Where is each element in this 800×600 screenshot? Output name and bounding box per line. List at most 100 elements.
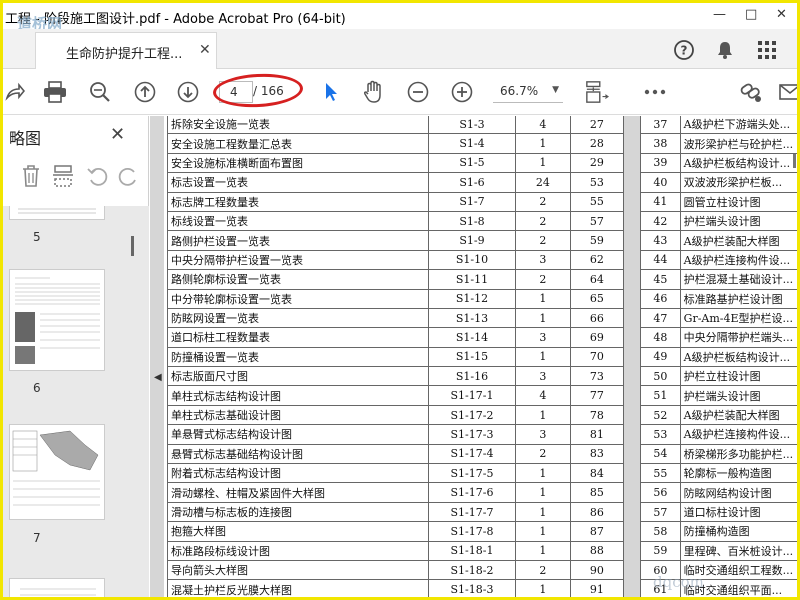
cell-name: 路侧护栏设置一览表 [166,230,430,251]
hand-tool-icon[interactable] [361,80,385,104]
cell-name: 护栏端头设计图 [679,385,797,406]
email-icon[interactable] [778,80,797,104]
cell-name: 安全设施工程数量汇总表 [166,133,430,154]
cell-page: 55 [569,191,624,212]
cell-sheets: 1 [514,404,571,426]
cell-code: S1-5 [428,152,516,174]
close-tab-icon[interactable]: ✕ [199,42,211,58]
cell-sheets: 4 [514,385,571,406]
page-thumbnail[interactable] [9,269,105,371]
minimize-icon[interactable]: — [713,7,726,22]
close-panel-icon[interactable]: ✕ [110,124,125,145]
cell-name: 混凝土护栏反光膜大样图 [166,579,430,597]
page-up-icon[interactable] [133,80,157,104]
cell-no: 41 [640,191,681,212]
cell-name: 标志版面尺寸图 [166,366,430,387]
thumbnail-scrollbar[interactable] [131,236,134,256]
close-window-icon[interactable]: ✕ [776,7,787,22]
cell-page: 27 [569,116,624,135]
maximize-icon[interactable]: □ [745,7,757,22]
zoom-in-icon[interactable] [450,80,474,104]
cell-sheets: 1 [514,521,571,542]
panel-toolbar [3,158,149,196]
zoom-out-icon[interactable] [406,80,430,104]
cell-name: 圆管立柱设计图 [679,191,797,212]
cell-name: 悬臂式标志基础结构设计图 [166,443,430,465]
cell-no: 58 [640,521,681,542]
cell-name: 护栏端头设计图 [679,210,797,232]
share-arrow-icon[interactable] [3,80,27,104]
rotate-right-icon[interactable] [117,164,141,188]
help-icon[interactable]: ? [673,39,695,61]
table-row: 防眩网设置一览表 S1-13 1 66 [166,307,624,329]
print-icon[interactable] [43,80,67,104]
document-scrollbar[interactable] [793,154,796,168]
page-thumbnail[interactable] [9,206,105,220]
cell-page: 85 [569,482,624,503]
apps-grid-icon[interactable] [756,39,778,61]
table-row: 滑动螺栓、柱帽及紧固件大样图 S1-17-6 1 85 [166,482,624,503]
pdf-page-left: 拆除安全设施一览表 S1-3 4 27 安全设施工程数量汇总表 S1-4 1 28 安全设施标准… [164,116,624,597]
cell-no: 37 [640,116,681,135]
cell-code: S1-17-5 [428,463,516,484]
bell-icon[interactable] [714,39,736,61]
cell-name: 双波波形梁护栏板... [679,172,797,193]
cell-name: 护栏立柱设计图 [679,366,797,387]
cell-code: S1-17-4 [428,443,516,465]
page-thumbnail[interactable] [9,424,105,520]
link-icon[interactable] [739,80,763,104]
cell-sheets: 1 [514,152,571,174]
zoom-select[interactable]: 66.7% ▼ [493,81,563,103]
table-row: 导向箭头大样图 S1-18-2 2 90 [166,559,624,581]
table-row: 混凝土护栏反光膜大样图 S1-18-3 1 91 [166,579,624,597]
cell-name: 防撞桶构造图 [679,521,797,542]
thumbnail-list: 5 6 7 [3,206,149,597]
thumbnail-label: 5 [33,230,41,244]
rotate-left-icon[interactable] [85,164,109,188]
table-row: 59 里程碑、百米桩设计... [640,540,797,561]
table-row: 58 防撞桶构造图 [640,521,797,542]
cell-sheets: 3 [514,249,571,271]
cell-page: 73 [569,366,624,387]
table-row: 42 护栏端头设计图 [640,210,797,232]
zoom-search-icon[interactable] [88,80,112,104]
panel-title: 略图 [9,129,42,148]
page-down-icon[interactable] [176,80,200,104]
collapse-panel-icon[interactable]: ◀ [154,372,162,383]
extract-page-icon[interactable] [51,164,75,188]
table-row: 标准路段标线设计图 S1-18-1 1 88 [166,540,624,561]
table-row: 拆除安全设施一览表 S1-3 4 27 [166,116,624,135]
document-view[interactable]: ◀ 拆除安全设施一览表 S1-3 4 27 安全设施工程数量汇总表 S1-4 1 28 安全设施… [150,116,797,597]
cell-name: 标志牌工程数量表 [166,191,430,212]
delete-page-icon[interactable] [19,164,43,188]
cell-page: 66 [569,307,624,329]
cell-no: 59 [640,540,681,561]
cell-page: 64 [569,269,624,290]
cell-sheets: 2 [514,191,571,212]
page-thumbnail[interactable] [9,578,105,597]
cell-no: 49 [640,346,681,368]
cell-code: S1-7 [428,191,516,212]
table-row: 55 轮廓标一般构造图 [640,463,797,484]
thumbnail-label: 6 [33,381,41,395]
cell-page: 70 [569,346,624,368]
cell-name: 桥梁梯形多功能护栏... [679,443,797,465]
thumbnail-panel: 略图 ✕ 5 6 7 [3,116,149,597]
select-cursor-icon[interactable] [319,80,343,104]
cell-name: A级护栏连接构件设... [679,424,797,445]
cell-sheets: 24 [514,172,571,193]
fit-page-icon[interactable] [585,80,609,104]
cell-name: 单柱式标志基础设计图 [166,404,430,426]
cell-sheets: 1 [514,463,571,484]
app-window: 工程 - 阶段施工图设计.pdf - Adobe Acrobat Pro (64… [0,0,800,600]
cell-name: 中分带轮廓标设置一览表 [166,288,430,309]
table-row: 路侧轮廓标设置一览表 S1-11 2 64 [166,269,624,290]
more-options-icon[interactable] [643,80,667,104]
cell-name: 防撞桶设置一览表 [166,346,430,368]
svg-text:?: ? [681,44,688,58]
table-row: 50 护栏立柱设计图 [640,366,797,387]
cell-name: 抱箍大样图 [166,521,430,542]
cell-sheets: 1 [514,133,571,154]
cell-name: A级护栏下游端头处... [679,116,797,135]
tab-document[interactable]: 生命防护提升工程... ✕ [35,32,217,69]
